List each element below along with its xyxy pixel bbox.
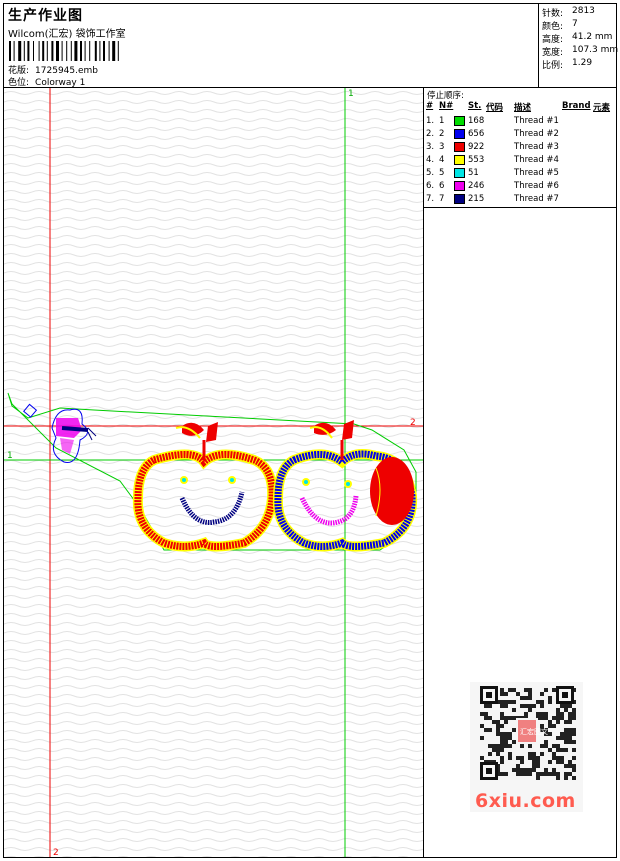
col-element: 元素 [593, 103, 611, 113]
row-n: 4 [439, 155, 445, 165]
header-info: 生产作业图 Wilcom(汇宏) 袋饰工作室 花版: 1725945.emb 色位… [4, 4, 539, 88]
stat-label: 高度: [542, 35, 564, 45]
stats-panel: 针数: 2813 颜色: 7 高度: 41.2 mm 宽度: 107.3 mm 比例: 1… [539, 4, 618, 88]
butterfly [23, 403, 97, 464]
left-apple [132, 422, 278, 552]
stop-row: 4. 4 553 Thread #4 [424, 155, 614, 168]
row-n: 7 [439, 194, 445, 204]
thread-color-swatch [454, 116, 465, 126]
qr-code-image: 汇宏图文 [480, 686, 576, 780]
thread-color-swatch [454, 142, 465, 152]
stat-colors: 颜色: 7 [542, 19, 578, 32]
row-num: 5. [426, 168, 435, 178]
stat-value: 1.29 [572, 58, 593, 68]
colorway-label: 色位: [8, 78, 30, 88]
stop-row: 7. 7 215 Thread #7 [424, 194, 614, 207]
stop-row: 3. 3 922 Thread #3 [424, 142, 614, 155]
stop-row: 2. 2 656 Thread #2 [424, 129, 614, 142]
row-code: 246 [468, 181, 485, 191]
thread-color-swatch [454, 194, 465, 204]
thread-color-swatch [454, 181, 465, 191]
stop-sequence-title: 停止顺序: [427, 91, 464, 101]
row-num: 7. [426, 194, 435, 204]
row-num: 4. [426, 155, 435, 165]
guide-label-red-h: 2 [410, 418, 416, 428]
col-num: # [426, 101, 434, 111]
row-n: 6 [439, 181, 445, 191]
row-desc: Thread #5 [514, 168, 559, 178]
row-code: 656 [468, 129, 485, 139]
page-title: 生产作业图 [8, 8, 83, 24]
stat-label: 针数: [542, 9, 564, 19]
row-code: 922 [468, 142, 485, 152]
design-canvas: 1 1 2 2 [4, 88, 424, 857]
guide-label-green-v: 1 [348, 89, 354, 99]
row-n: 3 [439, 142, 445, 152]
row-desc: Thread #4 [514, 155, 559, 165]
stat-scale: 比例: 1.29 [542, 58, 592, 71]
stat-value: 7 [572, 19, 578, 29]
col-n: N# [439, 101, 454, 111]
row-num: 6. [426, 181, 435, 191]
row-n: 2 [439, 129, 445, 139]
row-desc: Thread #6 [514, 181, 559, 191]
col-st: St. [468, 101, 482, 111]
row-desc: Thread #3 [514, 142, 559, 152]
stat-width: 宽度: 107.3 mm [542, 45, 618, 58]
guide-label-red-v: 2 [53, 848, 59, 857]
thread-color-swatch [454, 129, 465, 139]
stop-row: 6. 6 246 Thread #6 [424, 181, 614, 194]
col-brand: Brand [562, 101, 591, 111]
col-desc: 描述 [514, 103, 532, 113]
row-num: 3. [426, 142, 435, 152]
stop-row: 1. 1 168 Thread #1 [424, 116, 614, 129]
row-num: 1. [426, 116, 435, 126]
stop-sequence-panel: 停止顺序: # N# St. 代码 描述 Brand 元素 1. 1 168 Thre… [424, 88, 616, 208]
row-code: 51 [468, 168, 479, 178]
guide-label-green-h: 1 [7, 451, 13, 461]
thread-color-swatch [454, 155, 465, 165]
stop-row: 5. 5 51 Thread #5 [424, 168, 614, 181]
row-num: 2. [426, 129, 435, 139]
stat-stitches: 针数: 2813 [542, 6, 595, 19]
stat-label: 宽度: [542, 48, 564, 58]
stat-height: 高度: 41.2 mm [542, 32, 612, 45]
row-desc: Thread #7 [514, 194, 559, 204]
row-desc: Thread #2 [514, 129, 559, 139]
stat-label: 比例: [542, 61, 564, 71]
thread-color-swatch [454, 168, 465, 178]
design-drawing: 1 1 2 2 [4, 88, 423, 857]
stat-value: 41.2 mm [572, 32, 613, 42]
col-code: 代码 [486, 103, 504, 113]
stat-value: 2813 [572, 6, 595, 16]
row-code: 553 [468, 155, 485, 165]
barcode-image [9, 41, 119, 61]
stat-value: 107.3 mm [572, 45, 619, 55]
row-code: 168 [468, 116, 485, 126]
subtitle: Wilcom(汇宏) 袋饰工作室 [8, 29, 126, 40]
outline-boundary [7, 392, 417, 551]
stat-label: 颜色: [542, 22, 564, 32]
row-desc: Thread #1 [514, 116, 559, 126]
colorway-value: Colorway 1 [35, 78, 86, 88]
right-apple [272, 420, 418, 552]
watermark-site: 6xiu.com [475, 790, 576, 812]
qr-seal-text: 汇宏图文 [520, 727, 548, 736]
row-n: 1 [439, 116, 445, 126]
row-code: 215 [468, 194, 485, 204]
colorway: 色位: Colorway 1 [8, 75, 85, 88]
row-n: 5 [439, 168, 445, 178]
